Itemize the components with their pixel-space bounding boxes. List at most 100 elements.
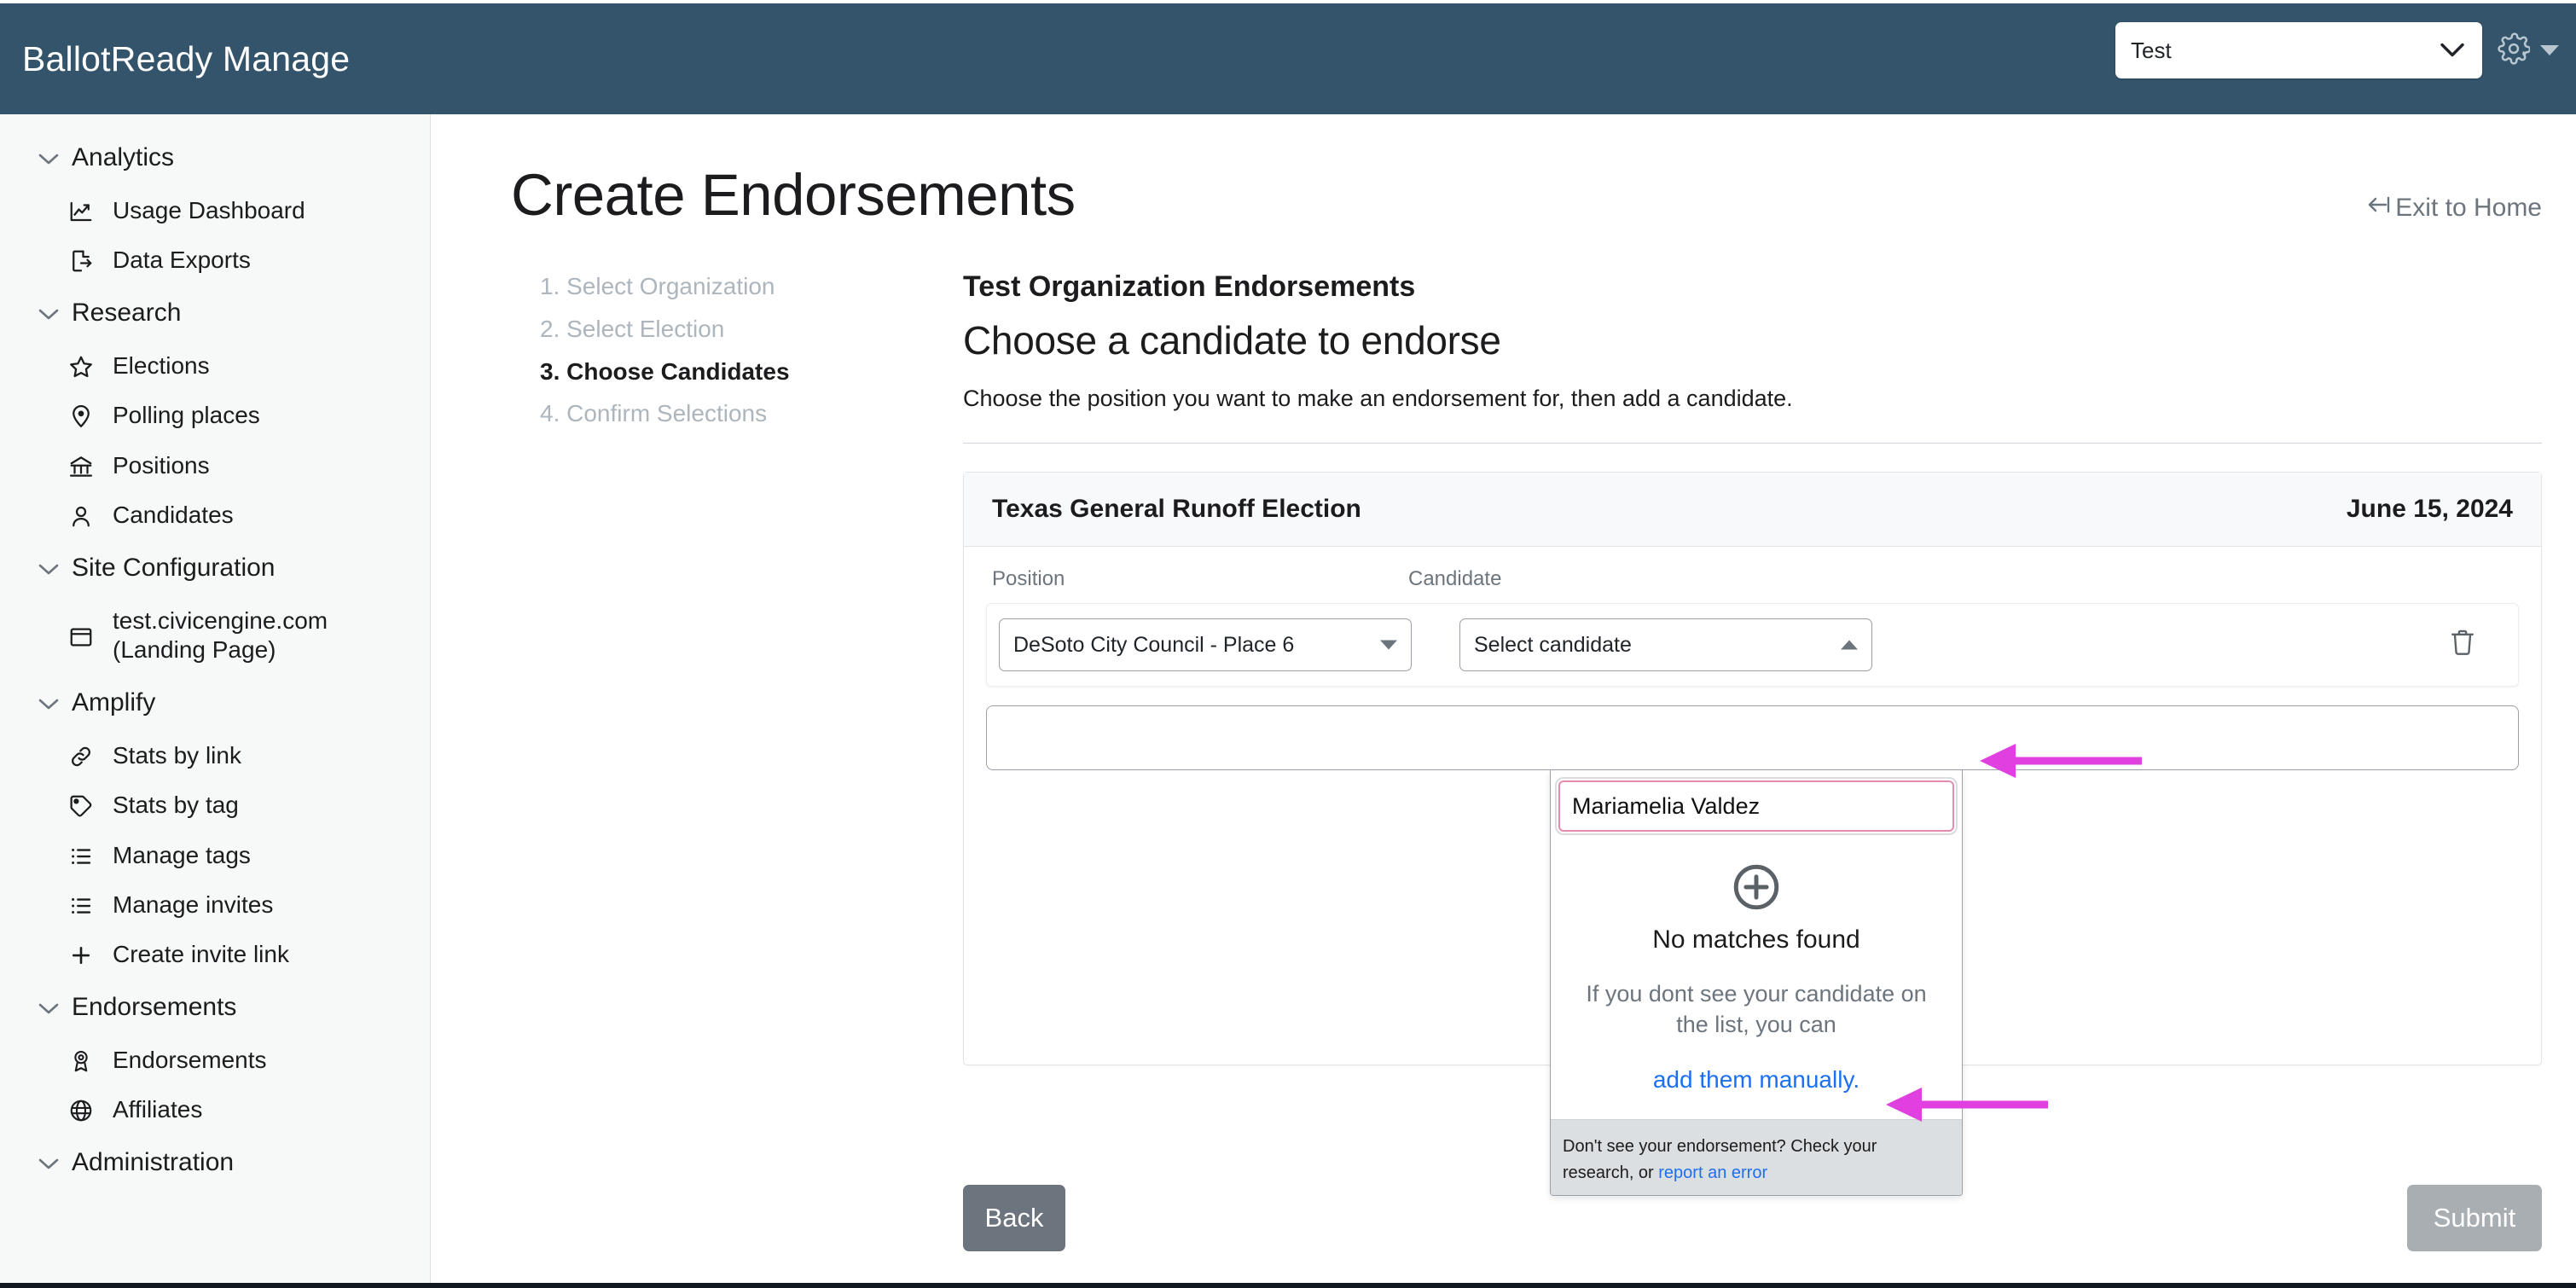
section-heading: Choose a candidate to endorse [963, 318, 1501, 363]
sidebar-item-label: test.civicengine.com (Landing Page) [113, 606, 328, 664]
sidebar-item-label: Create invite link [113, 940, 289, 967]
header-right-controls: Test [2115, 22, 2559, 78]
sidebar-item-stats-by-link[interactable]: Stats by link [0, 731, 430, 780]
position-select[interactable]: DeSoto City Council - Place 6 [999, 618, 1412, 671]
candidate-select[interactable]: Select candidate [1459, 618, 1872, 671]
section-divider [963, 443, 2542, 444]
caret-down-icon [1380, 640, 1397, 650]
sidebar-group-label: Administration [72, 1148, 235, 1177]
sidebar-group-label: Endorsements [72, 993, 237, 1022]
sidebar-group-amplify[interactable]: Amplify [0, 675, 430, 731]
sidebar-group-analytics[interactable]: Analytics [0, 130, 430, 186]
sidebar-group-label: Research [72, 299, 182, 328]
sidebar-group-research[interactable]: Research [0, 285, 430, 341]
caret-up-icon [1841, 640, 1858, 650]
main-content: Create Endorsements Exit to Home 1. Sele… [432, 114, 2576, 1283]
candidate-dropdown-panel: No matches found If you dont see your ca… [1550, 770, 1963, 1196]
sidebar-item-label: Data Exports [113, 247, 251, 274]
sidebar-item-landing-page[interactable]: test.civicengine.com (Landing Page) [0, 596, 430, 675]
app-brand-title: BallotReady Manage [22, 38, 351, 78]
sidebar-item-manage-tags[interactable]: Manage tags [0, 831, 430, 880]
organization-select[interactable]: Test [2115, 22, 2482, 78]
caret-down-icon [2540, 45, 2559, 55]
no-matches-message: No matches found [1652, 925, 1860, 954]
sidebar-item-candidates[interactable]: Candidates [0, 490, 430, 540]
no-matches-hint: If you dont see your candidate on the li… [1586, 981, 1927, 1038]
sidebar-item-label: Stats by tag [113, 792, 239, 819]
candidate-dropdown-body: No matches found If you dont see your ca… [1551, 838, 1962, 1119]
sidebar-item-data-exports[interactable]: Data Exports [0, 235, 430, 285]
back-button[interactable]: Back [963, 1185, 1065, 1251]
report-an-error-link[interactable]: report an error [1658, 1163, 1767, 1182]
election-date: June 15, 2024 [2346, 495, 2513, 523]
exit-to-home-link[interactable]: Exit to Home [2364, 193, 2542, 223]
chevron-down-icon [38, 299, 60, 328]
candidate-select-value: Select candidate [1474, 632, 1632, 657]
sidebar-item-stats-by-tag[interactable]: Stats by tag [0, 780, 430, 830]
organization-select-value: Test [2131, 37, 2172, 63]
app-root: BallotReady Manage Test Analytics Usage … [0, 0, 2576, 1288]
submit-button[interactable]: Submit [2407, 1185, 2542, 1251]
sidebar-group-administration[interactable]: Administration [0, 1134, 430, 1191]
sidebar-item-manage-invites[interactable]: Manage invites [0, 880, 430, 930]
sidebar-item-label: Manage tags [113, 841, 251, 868]
sidebar-group-endorsements[interactable]: Endorsements [0, 979, 430, 1036]
globe-icon [67, 1098, 96, 1123]
election-name: Texas General Runoff Election [992, 495, 1361, 523]
sidebar-item-label: Affiliates [113, 1096, 203, 1123]
link-icon [67, 744, 96, 769]
sidebar-item-create-invite-link[interactable]: Create invite link [0, 930, 430, 979]
wizard-step-2[interactable]: 2. Select Election [540, 308, 898, 351]
dropdown-footer-tooltip: Don't see your endorsement? Check your r… [1551, 1118, 1962, 1195]
sidebar-item-label: Manage invites [113, 891, 274, 918]
add-position-row[interactable] [986, 705, 2519, 770]
column-header-position: Position [992, 567, 1065, 590]
bank-icon [67, 454, 96, 479]
sidebar-item-label: Endorsements [113, 1047, 267, 1074]
sidebar-item-label: Polling places [113, 402, 260, 429]
sidebar-item-label: Elections [113, 352, 210, 380]
sidebar-item-polling-places[interactable]: Polling places [0, 391, 430, 440]
chevron-down-icon [38, 554, 60, 583]
sidebar-item-label: Usage Dashboard [113, 197, 305, 223]
wizard-step-4[interactable]: 4. Confirm Selections [540, 392, 898, 435]
chart-line-icon [67, 199, 96, 224]
candidate-search-input[interactable] [1555, 777, 1958, 835]
plus-circle-icon [1575, 861, 1938, 914]
sidebar-item-label: Candidates [113, 501, 234, 528]
sidebar-group-label: Amplify [72, 688, 156, 717]
sidebar-item-endorsements[interactable]: Endorsements [0, 1036, 430, 1085]
settings-menu-button[interactable] [2498, 32, 2559, 69]
sidebar-item-affiliates[interactable]: Affiliates [0, 1085, 430, 1134]
sidebar-navigation: Analytics Usage Dashboard Data Exports R… [0, 114, 431, 1283]
gear-icon [2498, 32, 2532, 69]
sidebar-group-label: Site Configuration [72, 553, 276, 582]
chevron-down-icon [38, 1148, 60, 1177]
organization-heading: Test Organization Endorsements [963, 270, 1416, 303]
tag-icon [67, 793, 96, 819]
position-select-value: DeSoto City Council - Place 6 [1013, 632, 1295, 657]
list-icon [67, 844, 96, 869]
election-card-header: Texas General Runoff Election June 15, 2… [964, 473, 2541, 547]
star-icon [67, 354, 96, 380]
map-pin-icon [67, 403, 96, 429]
chevron-down-icon [38, 143, 60, 172]
chevron-down-icon [38, 993, 60, 1022]
plus-icon [67, 943, 96, 968]
section-description: Choose the position you want to make an … [963, 386, 1793, 411]
trash-icon[interactable] [2448, 628, 2477, 663]
ribbon-award-icon [67, 1048, 96, 1074]
sidebar-item-elections[interactable]: Elections [0, 341, 430, 391]
browser-window-icon [67, 624, 96, 650]
add-them-manually-link[interactable]: add them manually. [1575, 1066, 1938, 1094]
sidebar-group-label: Analytics [72, 143, 175, 171]
exit-to-home-label: Exit to Home [2395, 194, 2542, 222]
sidebar-item-usage-dashboard[interactable]: Usage Dashboard [0, 186, 430, 235]
sidebar-group-site-configuration[interactable]: Site Configuration [0, 540, 430, 596]
candidate-search-wrapper [1551, 770, 1962, 838]
sidebar-item-positions[interactable]: Positions [0, 441, 430, 490]
wizard-step-3[interactable]: 3. Choose Candidates [540, 351, 898, 393]
table-row: DeSoto City Council - Place 6 Select can… [986, 603, 2519, 687]
file-export-icon [67, 248, 96, 274]
wizard-step-1[interactable]: 1. Select Organization [540, 265, 898, 308]
